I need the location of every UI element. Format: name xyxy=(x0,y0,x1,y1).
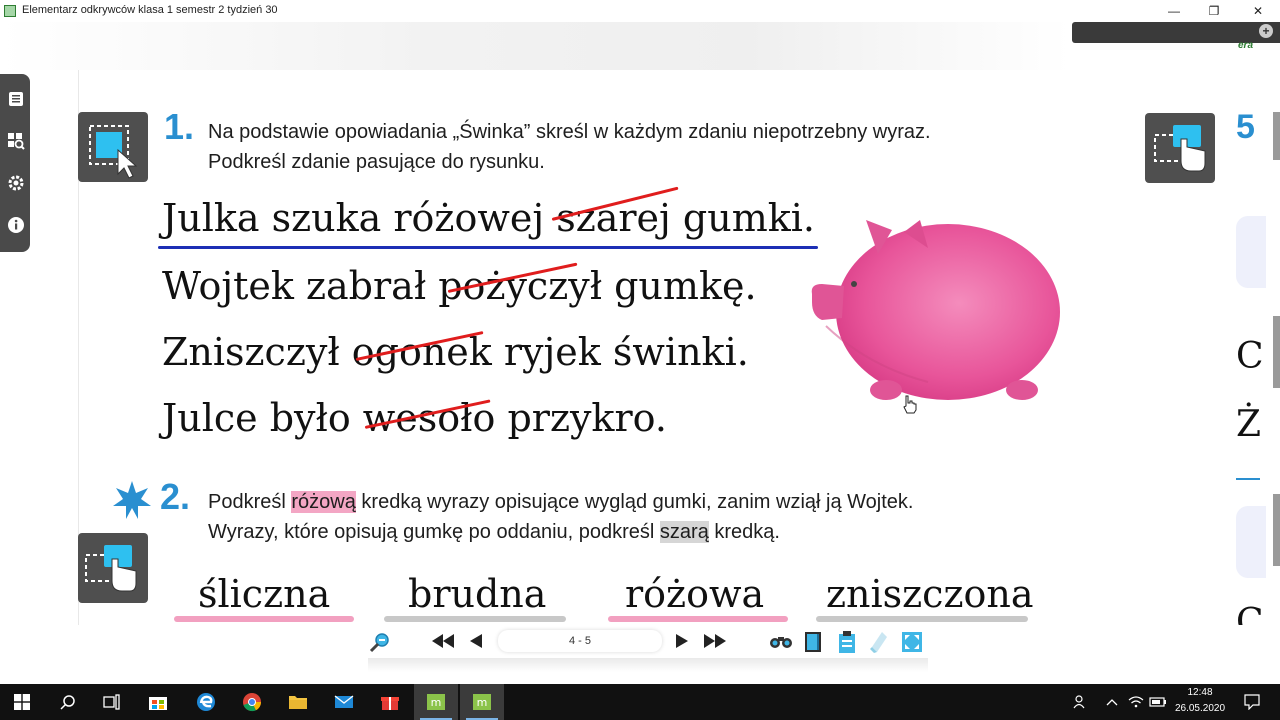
next-page-letter: Ż xyxy=(1236,404,1262,445)
fullscreen-icon[interactable] xyxy=(900,630,924,654)
chrome-icon[interactable] xyxy=(230,684,274,720)
interactive-exercise-button[interactable] xyxy=(78,533,148,603)
next-page-exercise-number: 5 xyxy=(1236,108,1255,146)
instruction-line: Wyrazy, które opisują gumkę po oddaniu, … xyxy=(208,521,780,543)
exercise-2-instruction: Podkreśl różową kredką wyrazy opisujące … xyxy=(208,487,913,547)
taskbar-clock[interactable]: 12:48 26.05.2020 xyxy=(1170,685,1230,717)
struck-word: wesoło xyxy=(362,396,496,440)
next-page-line xyxy=(1236,478,1260,480)
svg-text:m: m xyxy=(431,696,442,709)
side-toolbar xyxy=(0,74,30,252)
page-edge-mark xyxy=(1273,494,1280,566)
instruction-line: Na podstawie opowiadania „Świnka” skreśl… xyxy=(208,121,931,143)
blue-underline xyxy=(158,246,818,249)
clipboard-icon[interactable] xyxy=(836,630,858,654)
toolbar-strip xyxy=(0,22,1070,70)
next-page-box xyxy=(1236,506,1266,578)
word-underline xyxy=(384,616,566,622)
binoculars-icon[interactable] xyxy=(768,630,794,652)
minimize-button[interactable]: — xyxy=(1156,2,1192,20)
restore-button[interactable]: ❐ xyxy=(1196,2,1232,20)
touch-hand-icon xyxy=(1154,125,1206,172)
zoom-icon[interactable] xyxy=(368,630,392,654)
sentence-3[interactable]: Zniszczył ogonek ryjek świnki. xyxy=(162,330,749,374)
edge-icon[interactable] xyxy=(184,684,228,720)
store-icon[interactable] xyxy=(136,684,180,720)
next-page-icon[interactable] xyxy=(674,630,690,652)
sentence-2[interactable]: Wojtek zabrał pożyczył gumkę. xyxy=(162,262,757,308)
eraser-icon[interactable] xyxy=(868,630,890,654)
task-view-icon[interactable] xyxy=(90,684,134,720)
clock-date: 26.05.2020 xyxy=(1174,703,1226,714)
sentence-text: Wojtek zabrał xyxy=(162,264,439,308)
sentence-4[interactable]: Julce było wesoło przykro. xyxy=(162,396,667,440)
svg-text:m: m xyxy=(477,696,488,709)
next-page-box xyxy=(1236,216,1266,288)
instruction-line: Podkreśl zdanie pasujące do rysunku. xyxy=(208,151,545,173)
interactive-exercise-button[interactable] xyxy=(78,112,148,182)
first-page-icon[interactable] xyxy=(432,630,454,652)
sentence-text: Julce było xyxy=(162,396,363,440)
exercise-1-instruction: Na podstawie opowiadania „Świnka” skreśl… xyxy=(208,117,931,177)
struck-word: ogonek xyxy=(351,330,492,374)
plus-icon[interactable]: + xyxy=(1259,24,1273,38)
ebook-app-icon[interactable]: m xyxy=(414,684,458,720)
app-icon xyxy=(4,5,16,17)
page-edge-mark xyxy=(1273,112,1280,160)
close-button[interactable]: ✕ xyxy=(1240,2,1276,20)
next-page-letter: C xyxy=(1236,602,1264,625)
word-option-1[interactable]: śliczna xyxy=(198,572,330,616)
struck-word: pożyczył xyxy=(438,262,603,308)
toolbar-reflection xyxy=(368,658,928,672)
search-grid-icon[interactable] xyxy=(4,124,28,158)
title-bar: Elementarz odkrywców klasa 1 semestr 2 t… xyxy=(0,0,1280,22)
select-pointer-icon xyxy=(89,125,138,179)
notification-icon[interactable] xyxy=(1230,684,1274,720)
windows-start-icon[interactable] xyxy=(0,684,44,720)
publisher-logo: era xyxy=(1238,40,1254,51)
ebook-app-icon[interactable]: m xyxy=(460,684,504,720)
gray-highlight: szarą xyxy=(659,521,709,543)
exercise-2-number: 2. xyxy=(160,476,191,517)
contents-icon[interactable] xyxy=(4,82,28,116)
word-option-4[interactable]: zniszczona xyxy=(826,572,1033,616)
info-icon[interactable] xyxy=(4,208,28,242)
window-title: Elementarz odkrywców klasa 1 semestr 2 t… xyxy=(22,4,278,16)
previous-page-icon[interactable] xyxy=(468,630,484,652)
interactive-exercise-button[interactable] xyxy=(1145,113,1215,183)
search-icon[interactable] xyxy=(46,684,90,720)
sentence-text: gumkę. xyxy=(602,264,757,308)
sentence-1[interactable]: Julka szuka różowej szarej gumki. xyxy=(162,186,815,240)
struck-word: szarej xyxy=(551,186,679,240)
file-explorer-icon[interactable] xyxy=(276,684,320,720)
pig-illustration xyxy=(811,220,1060,400)
sentence-text: Julka szuka różowej xyxy=(162,196,557,240)
clock-time: 12:48 xyxy=(1187,687,1213,698)
sentence-text: przykro. xyxy=(495,396,667,440)
sentence-text: ryjek świnki. xyxy=(491,330,749,374)
page-edge-mark xyxy=(1273,316,1280,388)
notebook-icon[interactable] xyxy=(802,630,824,654)
pink-highlight: różową xyxy=(291,491,356,513)
word-option-2[interactable]: brudna xyxy=(408,572,546,616)
touch-hand-icon xyxy=(85,545,137,592)
word-underline xyxy=(608,616,788,622)
instruction-line: Podkreśl różową kredką wyrazy opisujące … xyxy=(208,491,914,513)
exercise-1-number: 1. xyxy=(164,106,195,147)
word-underline xyxy=(816,616,1028,622)
star-icon xyxy=(113,481,151,519)
gift-app-icon[interactable] xyxy=(368,684,412,720)
page-indicator[interactable]: 4 - 5 xyxy=(498,630,662,652)
sentence-text: Zniszczył xyxy=(162,330,352,374)
gear-icon[interactable] xyxy=(4,166,28,200)
last-page-icon[interactable] xyxy=(704,630,726,652)
word-option-3[interactable]: różowa xyxy=(625,572,764,616)
next-page-letter: C xyxy=(1236,336,1264,377)
hand-cursor-icon xyxy=(903,395,917,414)
mail-icon[interactable] xyxy=(322,684,366,720)
word-underline xyxy=(174,616,354,622)
sentence-text: gumki. xyxy=(670,196,815,240)
